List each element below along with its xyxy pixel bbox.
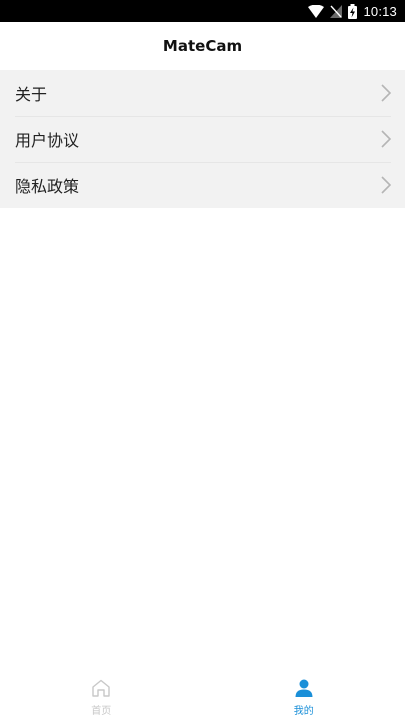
chevron-right-icon xyxy=(381,176,391,194)
wifi-icon xyxy=(308,4,325,18)
clock-time: 10:13 xyxy=(363,3,397,19)
settings-menu: 关于 用户协议 隐私政策 xyxy=(0,70,405,208)
tab-home-label: 首页 xyxy=(91,706,112,717)
menu-item-privacy-policy[interactable]: 隐私政策 xyxy=(0,162,405,208)
no-signal-icon xyxy=(330,4,343,18)
home-icon xyxy=(91,679,111,701)
chevron-right-icon xyxy=(381,84,391,102)
menu-item-label: 关于 xyxy=(15,85,48,104)
menu-item-about[interactable]: 关于 xyxy=(0,70,405,116)
tab-home[interactable]: 首页 xyxy=(0,676,203,720)
bottom-tab-bar: 首页 我的 xyxy=(0,676,405,720)
app-header: MateCam xyxy=(0,22,405,70)
status-bar: 10:13 xyxy=(0,0,405,22)
tab-mine-label: 我的 xyxy=(293,706,314,717)
tab-mine[interactable]: 我的 xyxy=(203,676,405,720)
menu-item-user-agreement[interactable]: 用户协议 xyxy=(0,116,405,162)
chevron-right-icon xyxy=(381,130,391,148)
page-title: MateCam xyxy=(162,37,243,55)
menu-item-label: 用户协议 xyxy=(15,131,80,150)
user-icon xyxy=(294,679,314,701)
menu-item-label: 隐私政策 xyxy=(15,177,80,196)
battery-charging-icon xyxy=(348,3,358,19)
